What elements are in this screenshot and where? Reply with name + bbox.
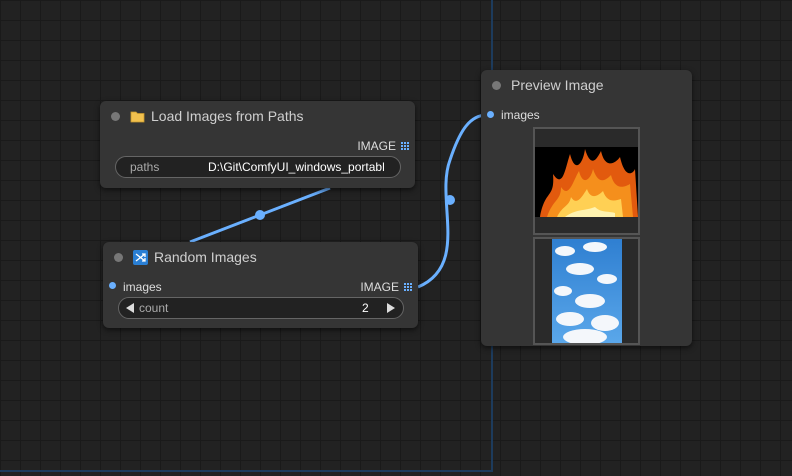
- widget-label: count: [139, 301, 169, 315]
- node-status-dot[interactable]: [114, 252, 123, 262]
- grid-icon: [401, 142, 409, 150]
- output-slot[interactable]: IMAGE: [360, 280, 412, 294]
- link-midpoint-load-random: [255, 210, 265, 220]
- node-preview-image[interactable]: Preview Image images: [481, 70, 692, 346]
- paths-widget[interactable]: paths D:\Git\ComfyUI_windows_portabl: [115, 156, 401, 178]
- node-header[interactable]: Load Images from Paths: [100, 101, 415, 131]
- output-label: IMAGE: [360, 280, 399, 294]
- link-midpoint-random-preview: [445, 195, 455, 205]
- preview-thumbnail-sky[interactable]: [533, 237, 640, 345]
- fire-image: [535, 129, 638, 233]
- shuffle-icon: [133, 249, 148, 265]
- widget-value: D:\Git\ComfyUI_windows_portabl: [208, 160, 385, 174]
- count-widget[interactable]: count 2: [118, 297, 404, 319]
- canvas-border-horizontal: [0, 470, 493, 472]
- node-title: Load Images from Paths: [151, 108, 304, 124]
- widget-label: paths: [130, 160, 160, 174]
- node-load-images[interactable]: Load Images from Paths IMAGE paths D:\Gi…: [100, 101, 415, 188]
- grid-icon: [404, 283, 412, 291]
- output-label: IMAGE: [357, 139, 396, 153]
- input-label: images: [123, 280, 162, 294]
- input-label: images: [501, 108, 540, 122]
- node-random-images[interactable]: Random Images images IMAGE count 2: [103, 242, 418, 328]
- node-header[interactable]: Preview Image: [481, 70, 692, 100]
- input-slot-dot[interactable]: [109, 282, 116, 289]
- output-slot[interactable]: IMAGE: [357, 139, 409, 153]
- link-random-to-preview: [417, 113, 488, 289]
- sky-image: [535, 239, 638, 343]
- triangle-right-icon[interactable]: [387, 302, 395, 316]
- node-header[interactable]: Random Images: [103, 242, 418, 272]
- folder-icon: [130, 110, 145, 123]
- widget-value: 2: [362, 301, 369, 315]
- node-status-dot[interactable]: [492, 80, 501, 90]
- input-slot-dot[interactable]: [487, 111, 494, 118]
- node-title: Preview Image: [511, 77, 604, 93]
- preview-thumbnail-fire[interactable]: [533, 127, 640, 235]
- node-status-dot[interactable]: [111, 111, 120, 121]
- triangle-left-icon[interactable]: [126, 302, 134, 316]
- node-title: Random Images: [154, 249, 257, 265]
- link-load-to-random: [189, 186, 331, 244]
